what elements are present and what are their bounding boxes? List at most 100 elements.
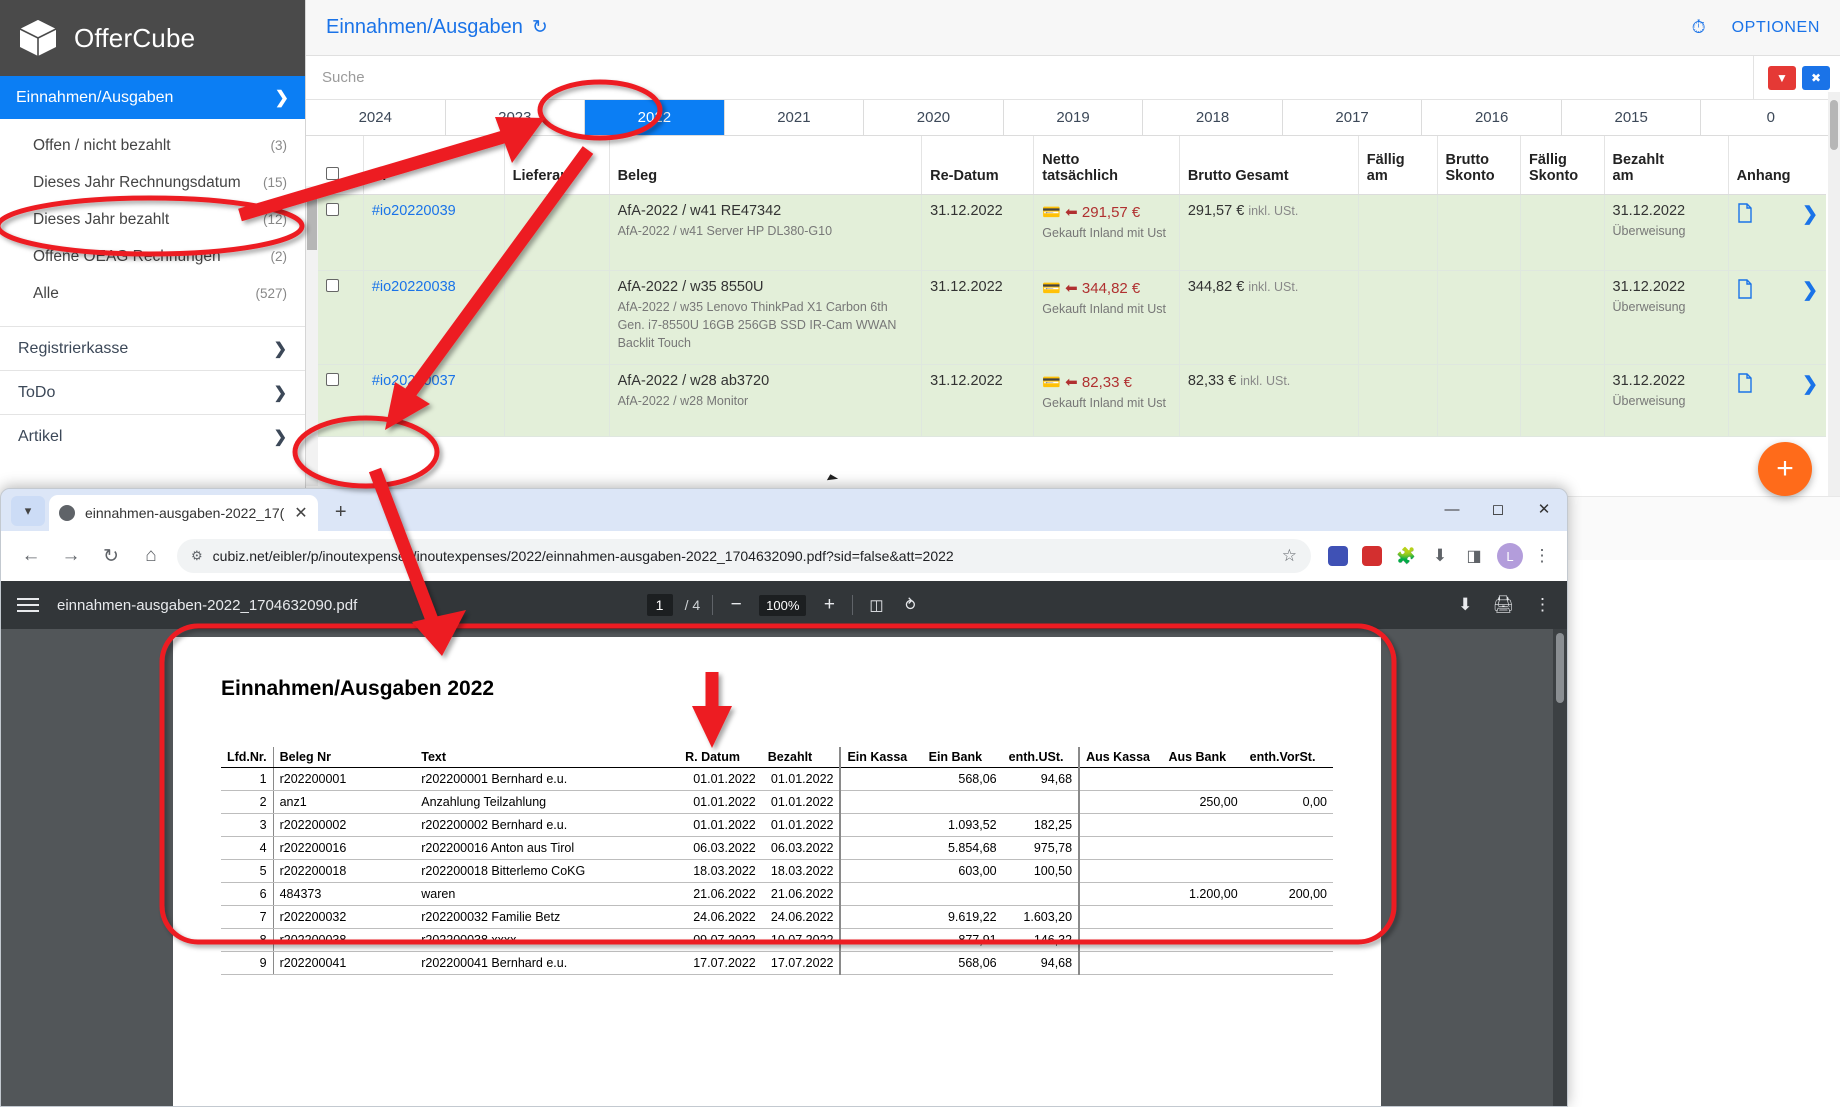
three-dot-menu-icon[interactable]: ⋮ [1527, 541, 1557, 571]
side-panel-icon[interactable]: ◨ [1459, 541, 1489, 571]
close-window-button[interactable]: ✕ [1521, 491, 1567, 527]
sidebar-item-registrierkasse[interactable]: Registrierkasse ❯ [0, 326, 305, 370]
pdf-cell-rdatum: 06.03.2022 [679, 836, 762, 860]
new-tab-button[interactable]: + [326, 497, 356, 527]
zoom-level[interactable]: 100% [759, 594, 807, 616]
row-checkbox[interactable] [326, 278, 339, 292]
funnel-icon[interactable]: ▼ [1768, 65, 1796, 90]
document-icon[interactable] [1737, 202, 1753, 227]
close-icon[interactable]: ✕ [294, 503, 307, 523]
clear-icon[interactable]: ✖ [1802, 65, 1830, 90]
row-open-chevron-icon[interactable]: ❯ [1802, 203, 1818, 226]
home-icon[interactable]: ⌂ [131, 536, 171, 576]
col-brutto-gesamt[interactable]: Brutto Gesamt [1179, 136, 1359, 195]
year-tab-2020[interactable]: 2020 [864, 100, 1004, 135]
download-icon[interactable]: ⬇ [1425, 541, 1455, 571]
profile-avatar[interactable]: L [1497, 543, 1523, 569]
year-tab-2018[interactable]: 2018 [1143, 100, 1283, 135]
select-all-header[interactable] [318, 136, 364, 195]
year-tab-2022[interactable]: 2022 [585, 100, 725, 135]
row-open-chevron-icon[interactable]: ❯ [1802, 373, 1818, 396]
table-vertical-scrollbar[interactable] [1828, 92, 1840, 496]
tab-search-dropdown-icon[interactable]: ▾ [11, 496, 45, 526]
reload-icon[interactable]: ↻ [91, 536, 131, 576]
rotate-icon[interactable]: ⥁ [899, 596, 921, 614]
table-row[interactable]: #io20220039 AfA-2022 / w41 RE47342 AfA-2… [318, 194, 1826, 271]
row-nr-cell[interactable]: #io20220037 [363, 364, 505, 437]
col-beleg[interactable]: Beleg [609, 136, 923, 195]
year-tab-2019[interactable]: 2019 [1003, 100, 1144, 135]
col-anhang[interactable]: Anhang [1728, 136, 1826, 195]
forward-arrow-icon[interactable]: → [51, 536, 91, 576]
table-row[interactable]: #io20220037 AfA-2022 / w28 ab3720 AfA-20… [318, 364, 1826, 437]
add-new-button[interactable]: + [1758, 442, 1812, 496]
sidebar-item-einnahmen-ausgaben[interactable]: Einnahmen/Ausgaben ❯ [0, 76, 305, 119]
search-input[interactable]: Suche [306, 69, 1753, 86]
row-checkbox[interactable] [326, 372, 339, 386]
row-nr-link[interactable]: #io20220038 [372, 279, 456, 295]
row-checkbox[interactable] [326, 202, 339, 216]
document-icon[interactable] [1737, 372, 1753, 397]
more-vertical-icon[interactable]: ⋮ [1534, 595, 1551, 615]
col-re-datum[interactable]: Re-Datum [921, 136, 1035, 195]
row-checkbox-cell[interactable] [318, 194, 364, 271]
col-nr[interactable]: Nr [363, 136, 505, 195]
sidebar-subitem-dieses-jahr-bezahlt[interactable]: Dieses Jahr bezahlt (12) [0, 201, 305, 238]
pdf-page-content: Einnahmen/Ausgaben 2022 Lfd.Nr. Beleg Nr… [173, 637, 1381, 975]
extension-icon-red[interactable] [1357, 541, 1387, 571]
browser-tab[interactable]: einnahmen-ausgaben-2022_17( ✕ [49, 495, 318, 531]
document-icon[interactable] [1737, 278, 1753, 303]
star-icon[interactable]: ☆ [1282, 546, 1297, 566]
col-brutto-skonto[interactable]: Brutto Skonto [1437, 136, 1522, 195]
col-netto-tatsaechlich[interactable]: Netto tatsächlich [1033, 136, 1180, 195]
extension-icon-blue[interactable] [1323, 541, 1353, 571]
row-nr-link[interactable]: #io20220039 [372, 203, 456, 219]
zoom-out-button[interactable]: − [725, 594, 747, 616]
maximize-button[interactable]: ◻ [1475, 491, 1521, 527]
pdf-table-row: 5 r202200018 r202200018 Bitterlemo CoKG … [221, 859, 1333, 883]
print-icon[interactable]: 🖨 [1492, 595, 1514, 615]
sidebar-item-artikel[interactable]: Artikel ❯ [0, 414, 305, 458]
minimize-button[interactable]: — [1429, 491, 1475, 527]
site-settings-icon[interactable]: ⚙ [191, 548, 203, 564]
pdf-scrollbar[interactable] [1553, 629, 1567, 1106]
back-arrow-icon[interactable]: ← [11, 536, 51, 576]
col-bezahlt-am[interactable]: Bezahlt am [1604, 136, 1729, 195]
page-number-input[interactable]: 1 [646, 594, 673, 616]
table-row[interactable]: #io20220038 AfA-2022 / w35 8550U AfA-202… [318, 270, 1826, 365]
year-tab-2021[interactable]: 2021 [724, 100, 865, 135]
row-nr-cell[interactable]: #io20220039 [363, 194, 505, 271]
refresh-icon[interactable]: ↻ [532, 16, 548, 39]
col-lieferant[interactable]: Lieferant [504, 136, 610, 195]
pdf-sidebar-toggle-icon[interactable] [17, 594, 39, 616]
pdf-cell-text: r202200018 Bitterlemo CoKG [415, 859, 680, 883]
row-checkbox-cell[interactable] [318, 270, 364, 365]
clock-icon[interactable]: ⏱ [1692, 17, 1706, 38]
sidebar-item-todo[interactable]: ToDo ❯ [0, 370, 305, 414]
row-anhang-cell: ❯ [1728, 270, 1826, 365]
row-checkbox-cell[interactable] [318, 364, 364, 437]
fit-page-icon[interactable]: ◫ [865, 596, 887, 614]
download-icon[interactable]: ⬇ [1458, 595, 1472, 615]
select-all-checkbox[interactable] [326, 166, 339, 180]
options-button[interactable]: OPTIONEN [1732, 19, 1820, 37]
year-tab-2015[interactable]: 2015 [1561, 100, 1702, 135]
row-nr-link[interactable]: #io20220037 [372, 373, 456, 389]
col-faellig-am[interactable]: Fällig am [1358, 136, 1438, 195]
table-vertical-scrollbar-left[interactable] [306, 186, 318, 486]
col-faellig-skonto[interactable]: Fällig Skonto [1520, 136, 1605, 195]
zoom-in-button[interactable]: + [818, 594, 840, 616]
year-tab-2016[interactable]: 2016 [1422, 100, 1562, 135]
address-bar[interactable]: ⚙ cubiz.net/eibler/p/inoutexpenses/inout… [177, 539, 1311, 573]
year-tab-0[interactable]: 0 [1701, 100, 1840, 135]
extensions-puzzle-icon[interactable]: 🧩 [1391, 541, 1421, 571]
row-nr-cell[interactable]: #io20220038 [363, 270, 505, 365]
year-tab-2017[interactable]: 2017 [1282, 100, 1423, 135]
year-tab-2023[interactable]: 2023 [445, 100, 586, 135]
sidebar-subitem-offene-oeag-rechnungen[interactable]: Offene OEAG Rechnungen (2) [0, 238, 305, 275]
row-open-chevron-icon[interactable]: ❯ [1802, 279, 1818, 302]
year-tab-2024[interactable]: 2024 [306, 100, 446, 135]
sidebar-subitem-alle[interactable]: Alle (527) [0, 275, 305, 312]
sidebar-subitem-offen-nicht-bezahlt[interactable]: Offen / nicht bezahlt (3) [0, 127, 305, 164]
sidebar-subitem-dieses-jahr-rechnungsdatum[interactable]: Dieses Jahr Rechnungsdatum (15) [0, 164, 305, 201]
